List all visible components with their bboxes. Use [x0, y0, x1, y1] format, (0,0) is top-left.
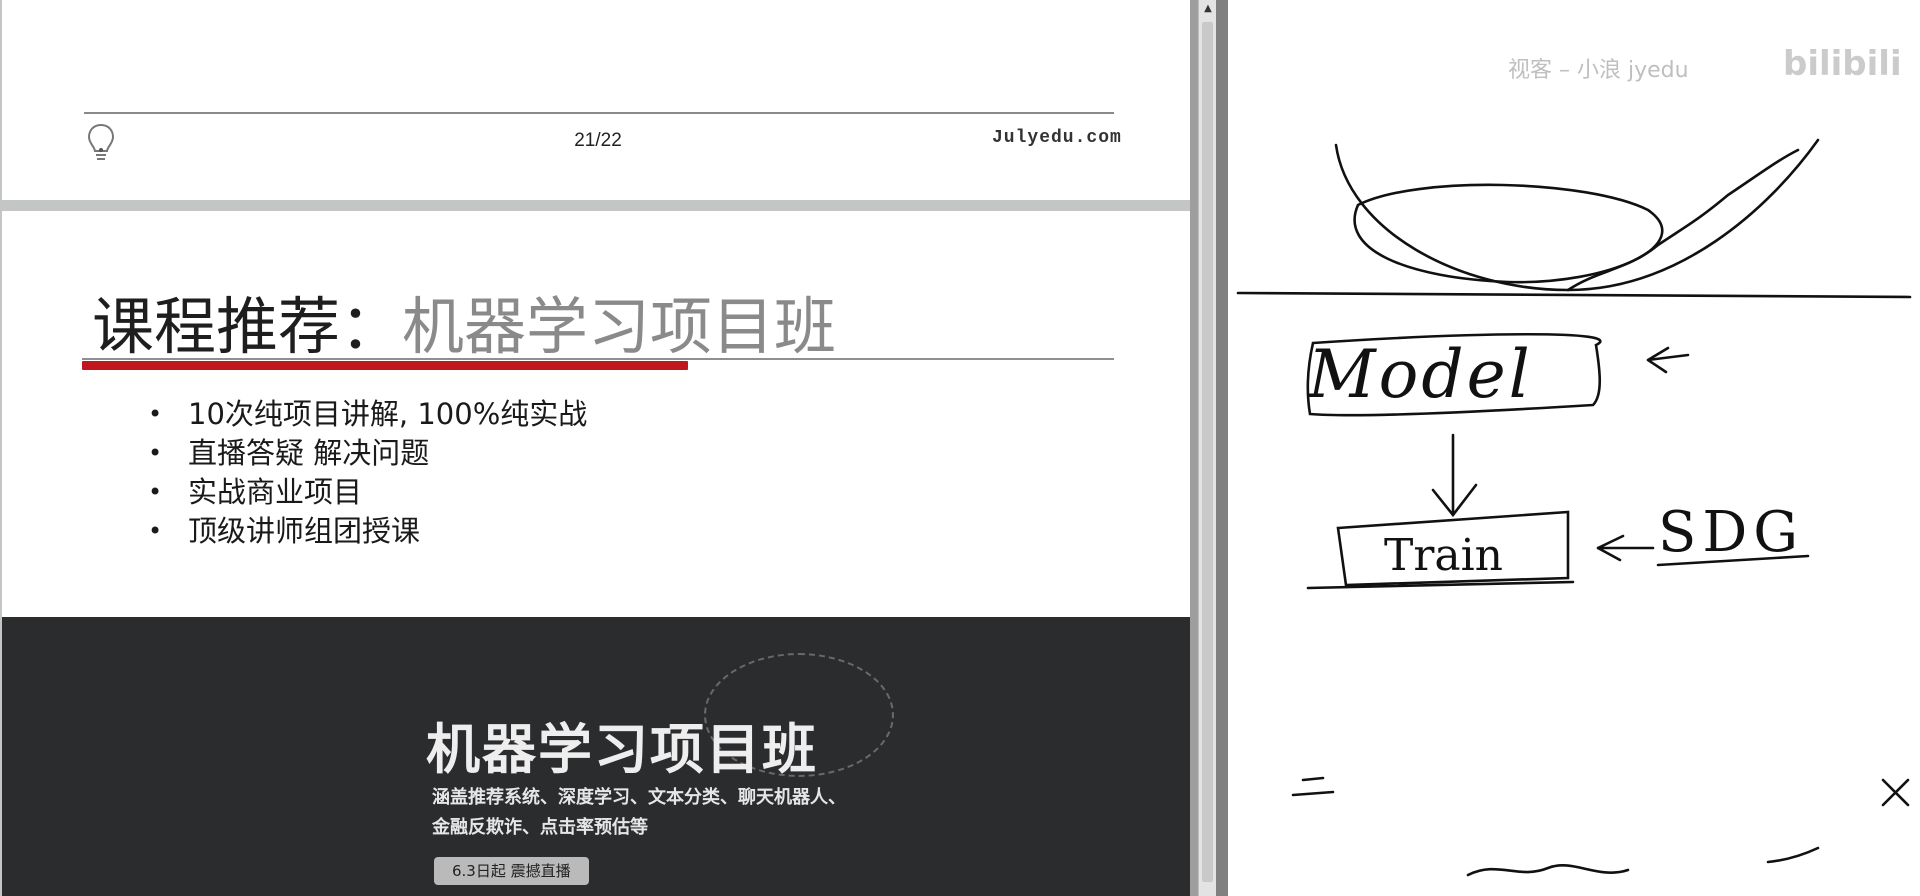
footer-divider	[84, 112, 1114, 114]
whiteboard-drawing	[1236, 138, 1912, 877]
drawing-arrow-to-train	[1596, 534, 1655, 562]
drawing-cross-right	[1881, 778, 1910, 807]
bullet-text: 10次纯项目讲解, 100%纯实战	[188, 397, 588, 431]
bullet-text: 直播答疑 解决问题	[188, 436, 430, 470]
lightbulb-icon	[87, 123, 115, 160]
bullet-text: 实战商业项目	[188, 475, 363, 509]
bullet-item: • 10次纯项目讲解, 100%纯实战	[148, 397, 588, 431]
whiteboard-label-model: Model	[1308, 336, 1533, 413]
banner-desc-line: 金融反欺诈、点击率预估等	[432, 817, 648, 838]
whiteboard-label-train: Train	[1384, 530, 1504, 581]
title-divider	[82, 358, 1114, 360]
bullet-item: • 直播答疑 解决问题	[148, 436, 430, 470]
drawing-dash-right	[1766, 846, 1820, 864]
title-accent-bar	[82, 361, 688, 370]
pdf-page-current: 课程推荐：机器学习项目班 • 10次纯项目讲解, 100%纯实战 • 直播答疑 解决…	[2, 211, 1190, 896]
page-separator	[0, 200, 1190, 211]
whiteboard-canvas[interactable]: 视客 – 小浪 jyedu bilibili Model Train SDG	[1228, 0, 1920, 896]
scroll-up-arrow-icon[interactable]: ▲	[1200, 2, 1216, 16]
scroll-thumb[interactable]	[1202, 22, 1213, 882]
drawing-wave-bottom	[1466, 864, 1630, 877]
drawing-ground-line	[1236, 291, 1912, 299]
pdf-page-previous: 21/22 Julyedu.com	[2, 0, 1190, 200]
drawing-arrow-down	[1431, 433, 1478, 518]
banner-description: 涵盖推荐系统、深度学习、文本分类、聊天机器人、 金融反欺诈、点击率预估等	[432, 783, 846, 843]
course-banner: 机器学习项目班 涵盖推荐系统、深度学习、文本分类、聊天机器人、 金融反欺诈、点击…	[2, 617, 1190, 896]
drawing-squiggle	[1566, 148, 1800, 292]
bullet-item: • 实战商业项目	[148, 475, 363, 509]
drawing-dash-left	[1291, 776, 1335, 797]
bullet-item: • 顶级讲师组团授课	[148, 514, 421, 548]
vertical-scrollbar[interactable]: ▲	[1198, 0, 1217, 896]
banner-calligraphy-title: 机器学习项目班	[426, 717, 818, 781]
banner-desc-line: 涵盖推荐系统、深度学习、文本分类、聊天机器人、	[432, 787, 846, 808]
site-url: Julyedu.com	[992, 128, 1122, 148]
slide-title-sub: 机器学习项目班	[402, 290, 837, 363]
pane-splitter[interactable]	[1190, 0, 1198, 896]
slide-title-main: 课程推荐：	[92, 290, 403, 363]
pdf-viewer[interactable]: 21/22 Julyedu.com 课程推荐：机器学习项目班 • 10次纯项目讲解…	[0, 0, 1190, 896]
window-divider	[1216, 0, 1228, 896]
page-number: 21/22	[574, 130, 622, 151]
drawing-arrow-to-model	[1646, 346, 1690, 374]
bullet-text: 顶级讲师组团授课	[188, 514, 421, 548]
live-date-button[interactable]: 6.3日起 震撼直播	[434, 857, 589, 885]
whiteboard-label-sdg: SDG	[1658, 500, 1804, 565]
slide-title: 课程推荐：机器学习项目班	[92, 287, 836, 367]
bullet-list: • 10次纯项目讲解, 100%纯实战 • 直播答疑 解决问题 • 实战商业项目 • 顶…	[142, 395, 587, 551]
